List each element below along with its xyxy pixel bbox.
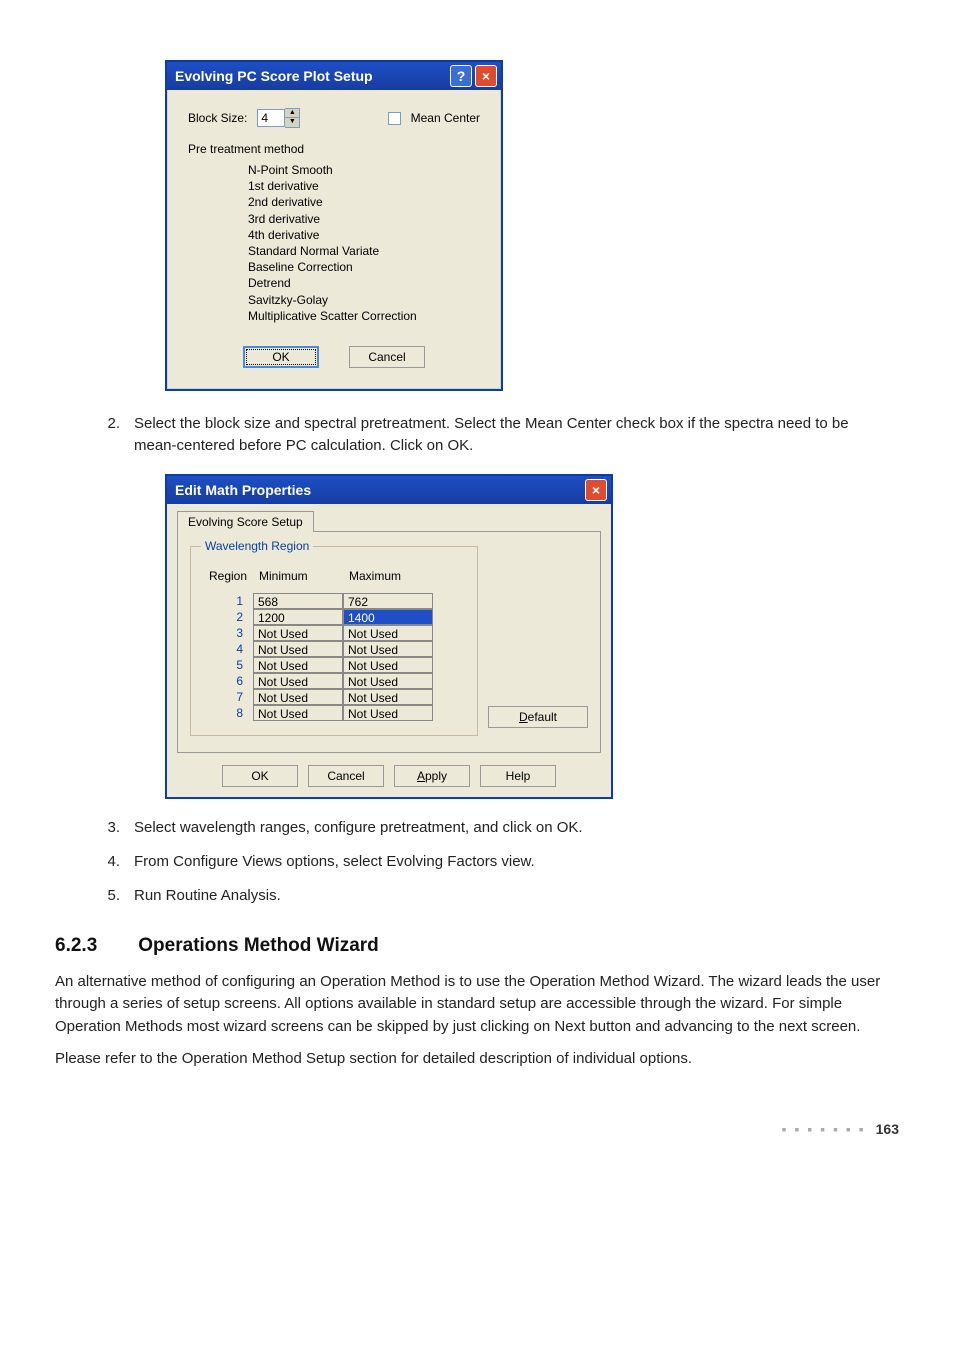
col-minimum: Minimum bbox=[253, 565, 343, 587]
step-text: Run Routine Analysis. bbox=[134, 885, 899, 907]
list-item[interactable]: Standard Normal Variate bbox=[248, 243, 480, 259]
ok-button[interactable]: OK bbox=[243, 346, 319, 368]
row-number: 1 bbox=[203, 593, 253, 609]
minimum-cell[interactable]: Not Used bbox=[253, 705, 343, 721]
minimum-cell[interactable]: Not Used bbox=[253, 657, 343, 673]
dialog-titlebar: Edit Math Properties × bbox=[167, 476, 611, 504]
row-number: 8 bbox=[203, 705, 253, 721]
minimum-cell[interactable]: Not Used bbox=[253, 673, 343, 689]
col-maximum: Maximum bbox=[343, 565, 433, 587]
close-icon[interactable]: × bbox=[475, 65, 497, 87]
list-number: 2. bbox=[89, 413, 134, 457]
pretreatment-list[interactable]: N-Point Smooth 1st derivative 2nd deriva… bbox=[188, 162, 480, 324]
row-number: 2 bbox=[203, 609, 253, 625]
list-item[interactable]: 2nd derivative bbox=[248, 194, 480, 210]
spin-down-icon[interactable]: ▼ bbox=[285, 118, 299, 127]
maximum-cell[interactable]: Not Used bbox=[343, 625, 433, 641]
paragraph: An alternative method of configuring an … bbox=[55, 971, 899, 1039]
row-number: 5 bbox=[203, 657, 253, 673]
help-button[interactable]: Help bbox=[480, 765, 556, 787]
apply-button[interactable]: Apply bbox=[394, 765, 470, 787]
page-number: 163 bbox=[876, 1121, 899, 1137]
maximum-cell[interactable]: Not Used bbox=[343, 641, 433, 657]
row-number: 6 bbox=[203, 673, 253, 689]
row-number: 3 bbox=[203, 625, 253, 641]
list-item[interactable]: N-Point Smooth bbox=[248, 162, 480, 178]
minimum-cell[interactable]: Not Used bbox=[253, 689, 343, 705]
wavelength-region-group: Wavelength Region Region Minimum Maximum… bbox=[190, 546, 478, 736]
list-number: 3. bbox=[89, 817, 134, 839]
footer-dots-icon: ▪ ▪ ▪ ▪ ▪ ▪ ▪ bbox=[782, 1121, 866, 1137]
step-text: From Configure Views options, select Evo… bbox=[134, 851, 899, 873]
minimum-cell[interactable]: Not Used bbox=[253, 641, 343, 657]
tab-evolving-score-setup[interactable]: Evolving Score Setup bbox=[177, 511, 314, 532]
ok-button[interactable]: OK bbox=[222, 765, 298, 787]
edit-math-properties-dialog: Edit Math Properties × Evolving Score Se… bbox=[165, 474, 613, 799]
cancel-button[interactable]: Cancel bbox=[349, 346, 425, 368]
default-button[interactable]: Default bbox=[488, 706, 588, 728]
list-item[interactable]: 1st derivative bbox=[248, 178, 480, 194]
step-text: Select the block size and spectral pretr… bbox=[134, 413, 899, 457]
maximum-cell[interactable]: Not Used bbox=[343, 705, 433, 721]
dialog-title: Evolving PC Score Plot Setup bbox=[175, 68, 373, 84]
mean-center-label: Mean Center bbox=[411, 111, 480, 125]
minimum-cell[interactable]: Not Used bbox=[253, 625, 343, 641]
row-number: 4 bbox=[203, 641, 253, 657]
block-size-label: Block Size: bbox=[188, 111, 247, 125]
maximum-cell[interactable]: Not Used bbox=[343, 689, 433, 705]
help-icon[interactable]: ? bbox=[450, 65, 472, 87]
paragraph: Please refer to the Operation Method Set… bbox=[55, 1048, 899, 1071]
spin-up-icon[interactable]: ▲ bbox=[285, 109, 299, 118]
maximum-cell[interactable]: Not Used bbox=[343, 657, 433, 673]
list-number: 5. bbox=[89, 885, 134, 907]
list-number: 4. bbox=[89, 851, 134, 873]
maximum-cell[interactable]: Not Used bbox=[343, 673, 433, 689]
mean-center-checkbox[interactable] bbox=[388, 112, 401, 125]
section-heading: 6.2.3 Operations Method Wizard bbox=[55, 935, 899, 957]
minimum-cell[interactable]: 1200 bbox=[253, 609, 343, 625]
minimum-cell[interactable]: 568 bbox=[253, 593, 343, 609]
list-item[interactable]: 4th derivative bbox=[248, 227, 480, 243]
maximum-cell[interactable]: 762 bbox=[343, 593, 433, 609]
block-size-spinner[interactable]: ▲ ▼ bbox=[257, 108, 300, 128]
list-item[interactable]: 3rd derivative bbox=[248, 211, 480, 227]
page-footer: ▪ ▪ ▪ ▪ ▪ ▪ ▪ 163 bbox=[55, 1121, 899, 1137]
section-title: Operations Method Wizard bbox=[138, 935, 379, 956]
step-text: Select wavelength ranges, configure pret… bbox=[134, 817, 899, 839]
list-item[interactable]: Multiplicative Scatter Correction bbox=[248, 308, 480, 324]
row-number: 7 bbox=[203, 689, 253, 705]
section-number: 6.2.3 bbox=[55, 935, 133, 957]
list-item[interactable]: Savitzky-Golay bbox=[248, 292, 480, 308]
maximum-cell[interactable]: 1400 bbox=[343, 609, 433, 625]
block-size-input[interactable] bbox=[257, 109, 285, 127]
fieldset-legend: Wavelength Region bbox=[201, 539, 313, 553]
pretreatment-label: Pre treatment method bbox=[188, 142, 480, 156]
cancel-button[interactable]: Cancel bbox=[308, 765, 384, 787]
dialog-titlebar: Evolving PC Score Plot Setup ? × bbox=[167, 62, 501, 90]
evolving-pc-score-plot-setup-dialog: Evolving PC Score Plot Setup ? × Block S… bbox=[165, 60, 503, 391]
col-region: Region bbox=[203, 565, 253, 587]
list-item[interactable]: Detrend bbox=[248, 275, 480, 291]
dialog-title: Edit Math Properties bbox=[175, 482, 311, 498]
list-item[interactable]: Baseline Correction bbox=[248, 259, 480, 275]
close-icon[interactable]: × bbox=[585, 479, 607, 501]
